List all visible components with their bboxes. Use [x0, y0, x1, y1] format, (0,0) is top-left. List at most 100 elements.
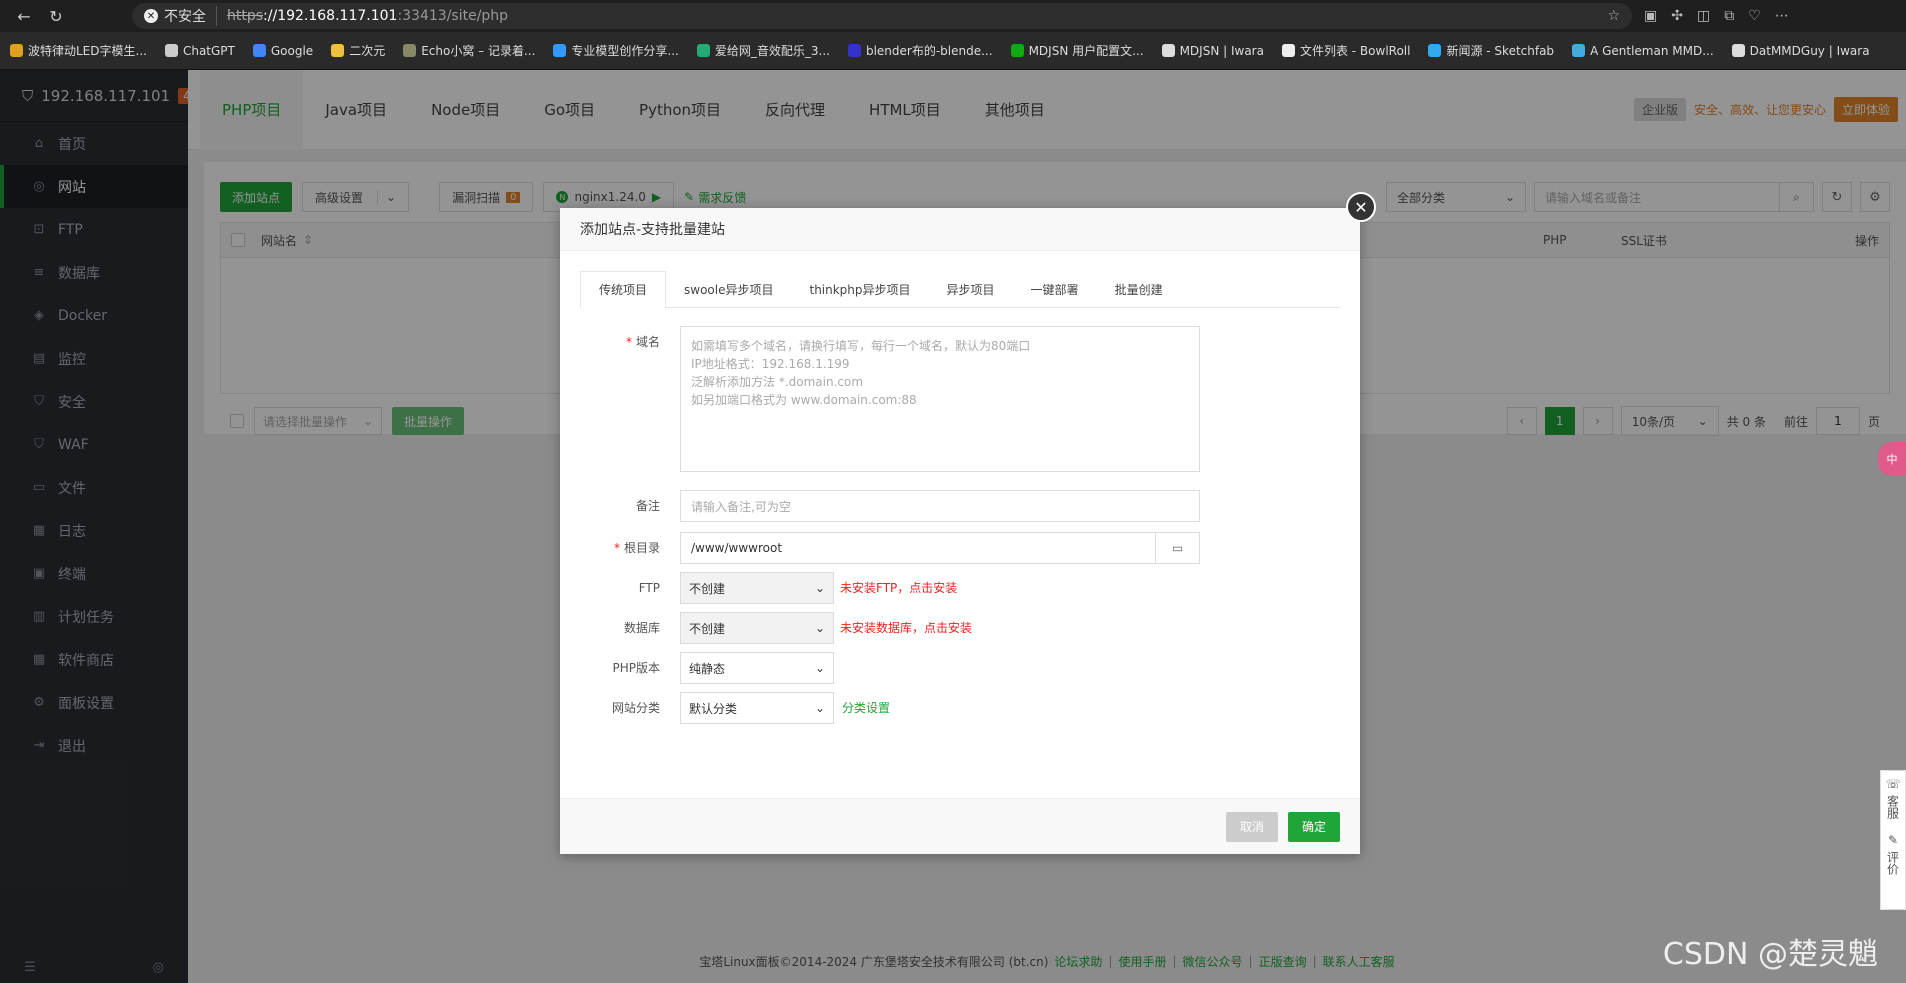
bookmark-icon: [164, 44, 178, 57]
dialog-tab[interactable]: 批量创建: [1097, 271, 1181, 307]
bookmark-item[interactable]: 波特律动LED字模生...: [10, 42, 147, 59]
bookmark-item[interactable]: Google: [252, 44, 313, 58]
domain-hint-line: IP地址格式：192.168.1.199: [691, 357, 850, 371]
insecure-icon: ✕: [144, 9, 158, 23]
ftp-select[interactable]: 不创建 ⌄: [680, 572, 834, 604]
bookmark-item[interactable]: ChatGPT: [164, 43, 235, 58]
collections-icon[interactable]: ⧉: [1724, 8, 1734, 24]
dialog-tab[interactable]: 异步项目: [929, 271, 1013, 307]
bookmark-item[interactable]: MDJSN | Iwara: [1161, 43, 1264, 58]
bookmark-icon: [1572, 44, 1586, 57]
bookmark-icon: [403, 44, 417, 57]
dialog-tab[interactable]: swoole异步项目: [666, 271, 791, 307]
bookmark-icon: [10, 44, 23, 57]
domain-label-text: 域名: [635, 335, 660, 349]
bookmark-icon: [847, 44, 861, 57]
url-host: ://192.168.117.101: [263, 8, 398, 24]
bookmark-icon: [1161, 44, 1175, 57]
root-value: /www/wwwroot: [691, 541, 783, 555]
db-select[interactable]: 不创建 ⌄: [680, 612, 834, 644]
php-select[interactable]: 纯静态 ⌄: [680, 652, 834, 684]
bookmark-icon: [1010, 44, 1024, 57]
bookmark-label: Echo小窝 – 记录着...: [421, 44, 536, 58]
bookmark-label: ChatGPT: [182, 43, 235, 58]
dialog-tab[interactable]: 传统项目: [580, 271, 667, 308]
menu-dots-icon[interactable]: ⋯: [1775, 8, 1789, 24]
ftp-install-link[interactable]: 未安装FTP，点击安装: [840, 572, 957, 604]
bookmark-item[interactable]: 专业模型创作分享...: [553, 42, 679, 59]
service-icon[interactable]: ☏: [1885, 777, 1900, 791]
php-label: PHP版本: [612, 661, 661, 675]
reload-icon[interactable]: ↻: [40, 3, 72, 29]
chevron-down-icon: ⌄: [814, 661, 825, 675]
db-value: 不创建: [689, 621, 726, 636]
bookmark-label: 爱给网_音效配乐_3...: [714, 44, 830, 58]
remark-input[interactable]: 请输入备注,可为空: [680, 490, 1200, 522]
service-link[interactable]: 客服: [1885, 795, 1902, 819]
bookmark-icon: [696, 44, 710, 57]
dialog-tabs: 传统项目 swoole异步项目 thinkphp异步项目 异步项目 一键部署 批量创建: [580, 271, 1340, 308]
dialog-title: 添加站点-支持批量建站: [560, 208, 1360, 251]
insecure-indicator[interactable]: ✕ 不安全: [144, 6, 217, 26]
db-label: 数据库: [623, 621, 660, 635]
cancel-button[interactable]: 取消: [1225, 811, 1278, 842]
bookmark-label: 新闻源 - Sketchfab: [1446, 44, 1555, 58]
bookmark-icon: [1428, 44, 1442, 57]
bookmark-icon: [331, 44, 345, 57]
extension-icon[interactable]: ▣: [1644, 8, 1657, 24]
chevron-down-icon: ⌄: [814, 701, 825, 715]
root-label-text: 根目录: [623, 541, 660, 555]
bookmark-label: A Gentleman MMD...: [1590, 43, 1714, 58]
puzzle-icon[interactable]: ✣: [1671, 8, 1683, 24]
back-icon[interactable]: ←: [8, 3, 40, 29]
bookmark-label: MDJSN 用户配置文...: [1028, 44, 1144, 58]
bookmark-item[interactable]: MDJSN 用户配置文...: [1010, 42, 1144, 59]
right-float-panel: ☏ 客服 ✎ 评价: [1880, 770, 1906, 910]
bookmark-label: DatMMDGuy | Iwara: [1749, 43, 1870, 58]
remark-label: 备注: [635, 499, 660, 513]
bookmark-item[interactable]: DatMMDGuy | Iwara: [1731, 43, 1870, 58]
bookmark-item[interactable]: blender布的-blende...: [847, 42, 993, 59]
dialog-tab[interactable]: thinkphp异步项目: [791, 271, 928, 307]
ftp-label: FTP: [638, 581, 660, 595]
floating-widget[interactable]: 中: [1878, 442, 1906, 476]
bookmark-item[interactable]: 爱给网_音效配乐_3...: [696, 42, 830, 59]
bookmark-item[interactable]: 文件列表 - BowlRoll: [1281, 42, 1411, 59]
php-value: 纯静态: [689, 661, 726, 676]
bookmark-icon: [1281, 44, 1295, 57]
split-icon[interactable]: ◫: [1697, 8, 1710, 24]
bookmark-label: 波特律动LED字模生...: [28, 44, 147, 58]
dialog-footer: 取消 确定: [560, 798, 1360, 854]
dialog-tab[interactable]: 一键部署: [1013, 271, 1097, 307]
browser-toolbar: ← ↻ ✕ 不安全 https://192.168.117.101:33413/s…: [0, 0, 1906, 32]
bookmark-label: 文件列表 - BowlRoll: [1299, 44, 1411, 58]
bookmark-item[interactable]: 二次元: [331, 42, 385, 59]
review-icon[interactable]: ✎: [1888, 833, 1898, 847]
folder-icon[interactable]: ▭: [1155, 533, 1199, 563]
confirm-button[interactable]: 确定: [1287, 811, 1340, 842]
add-site-dialog: 添加站点-支持批量建站 ✕ 传统项目 swoole异步项目 thinkphp异步项目…: [560, 192, 1376, 854]
cat-label: 网站分类: [611, 701, 660, 715]
bookmarks-bar: 波特律动LED字模生... ChatGPT Google 二次元 Echo小窝 – 记录…: [0, 32, 1906, 70]
domain-textarea[interactable]: 如需填写多个域名，请换行填写，每行一个域名，默认为80端口 IP地址格式：192.…: [680, 326, 1200, 472]
cat-settings-link[interactable]: 分类设置: [842, 692, 890, 724]
health-icon[interactable]: ♡: [1748, 8, 1761, 24]
bookmark-item[interactable]: Echo小窝 – 记录着...: [403, 42, 535, 59]
bookmark-item[interactable]: 新闻源 - Sketchfab: [1428, 42, 1554, 59]
db-install-link[interactable]: 未安装数据库，点击安装: [840, 612, 972, 644]
bookmark-item[interactable]: A Gentleman MMD...: [1572, 44, 1714, 58]
close-icon[interactable]: ✕: [1346, 192, 1376, 222]
url-scheme: https: [227, 8, 264, 24]
address-bar[interactable]: ✕ 不安全 https://192.168.117.101:33413/site/…: [132, 3, 1632, 29]
star-icon[interactable]: ☆: [1607, 8, 1620, 24]
bookmark-label: 专业模型创作分享...: [571, 44, 679, 58]
bookmark-label: MDJSN | Iwara: [1179, 43, 1264, 58]
domain-hint-line: 如需填写多个域名，请换行填写，每行一个域名，默认为80端口: [691, 339, 1031, 353]
cat-select[interactable]: 默认分类 ⌄: [680, 692, 834, 724]
root-input[interactable]: /www/wwwroot ▭: [680, 532, 1200, 564]
review-link[interactable]: 评价: [1885, 851, 1902, 875]
bookmark-label: 二次元: [349, 44, 386, 58]
bookmark-label: blender布的-blende...: [865, 44, 993, 58]
domain-label: * 域名: [625, 335, 660, 349]
bookmark-icon: [1731, 44, 1745, 57]
